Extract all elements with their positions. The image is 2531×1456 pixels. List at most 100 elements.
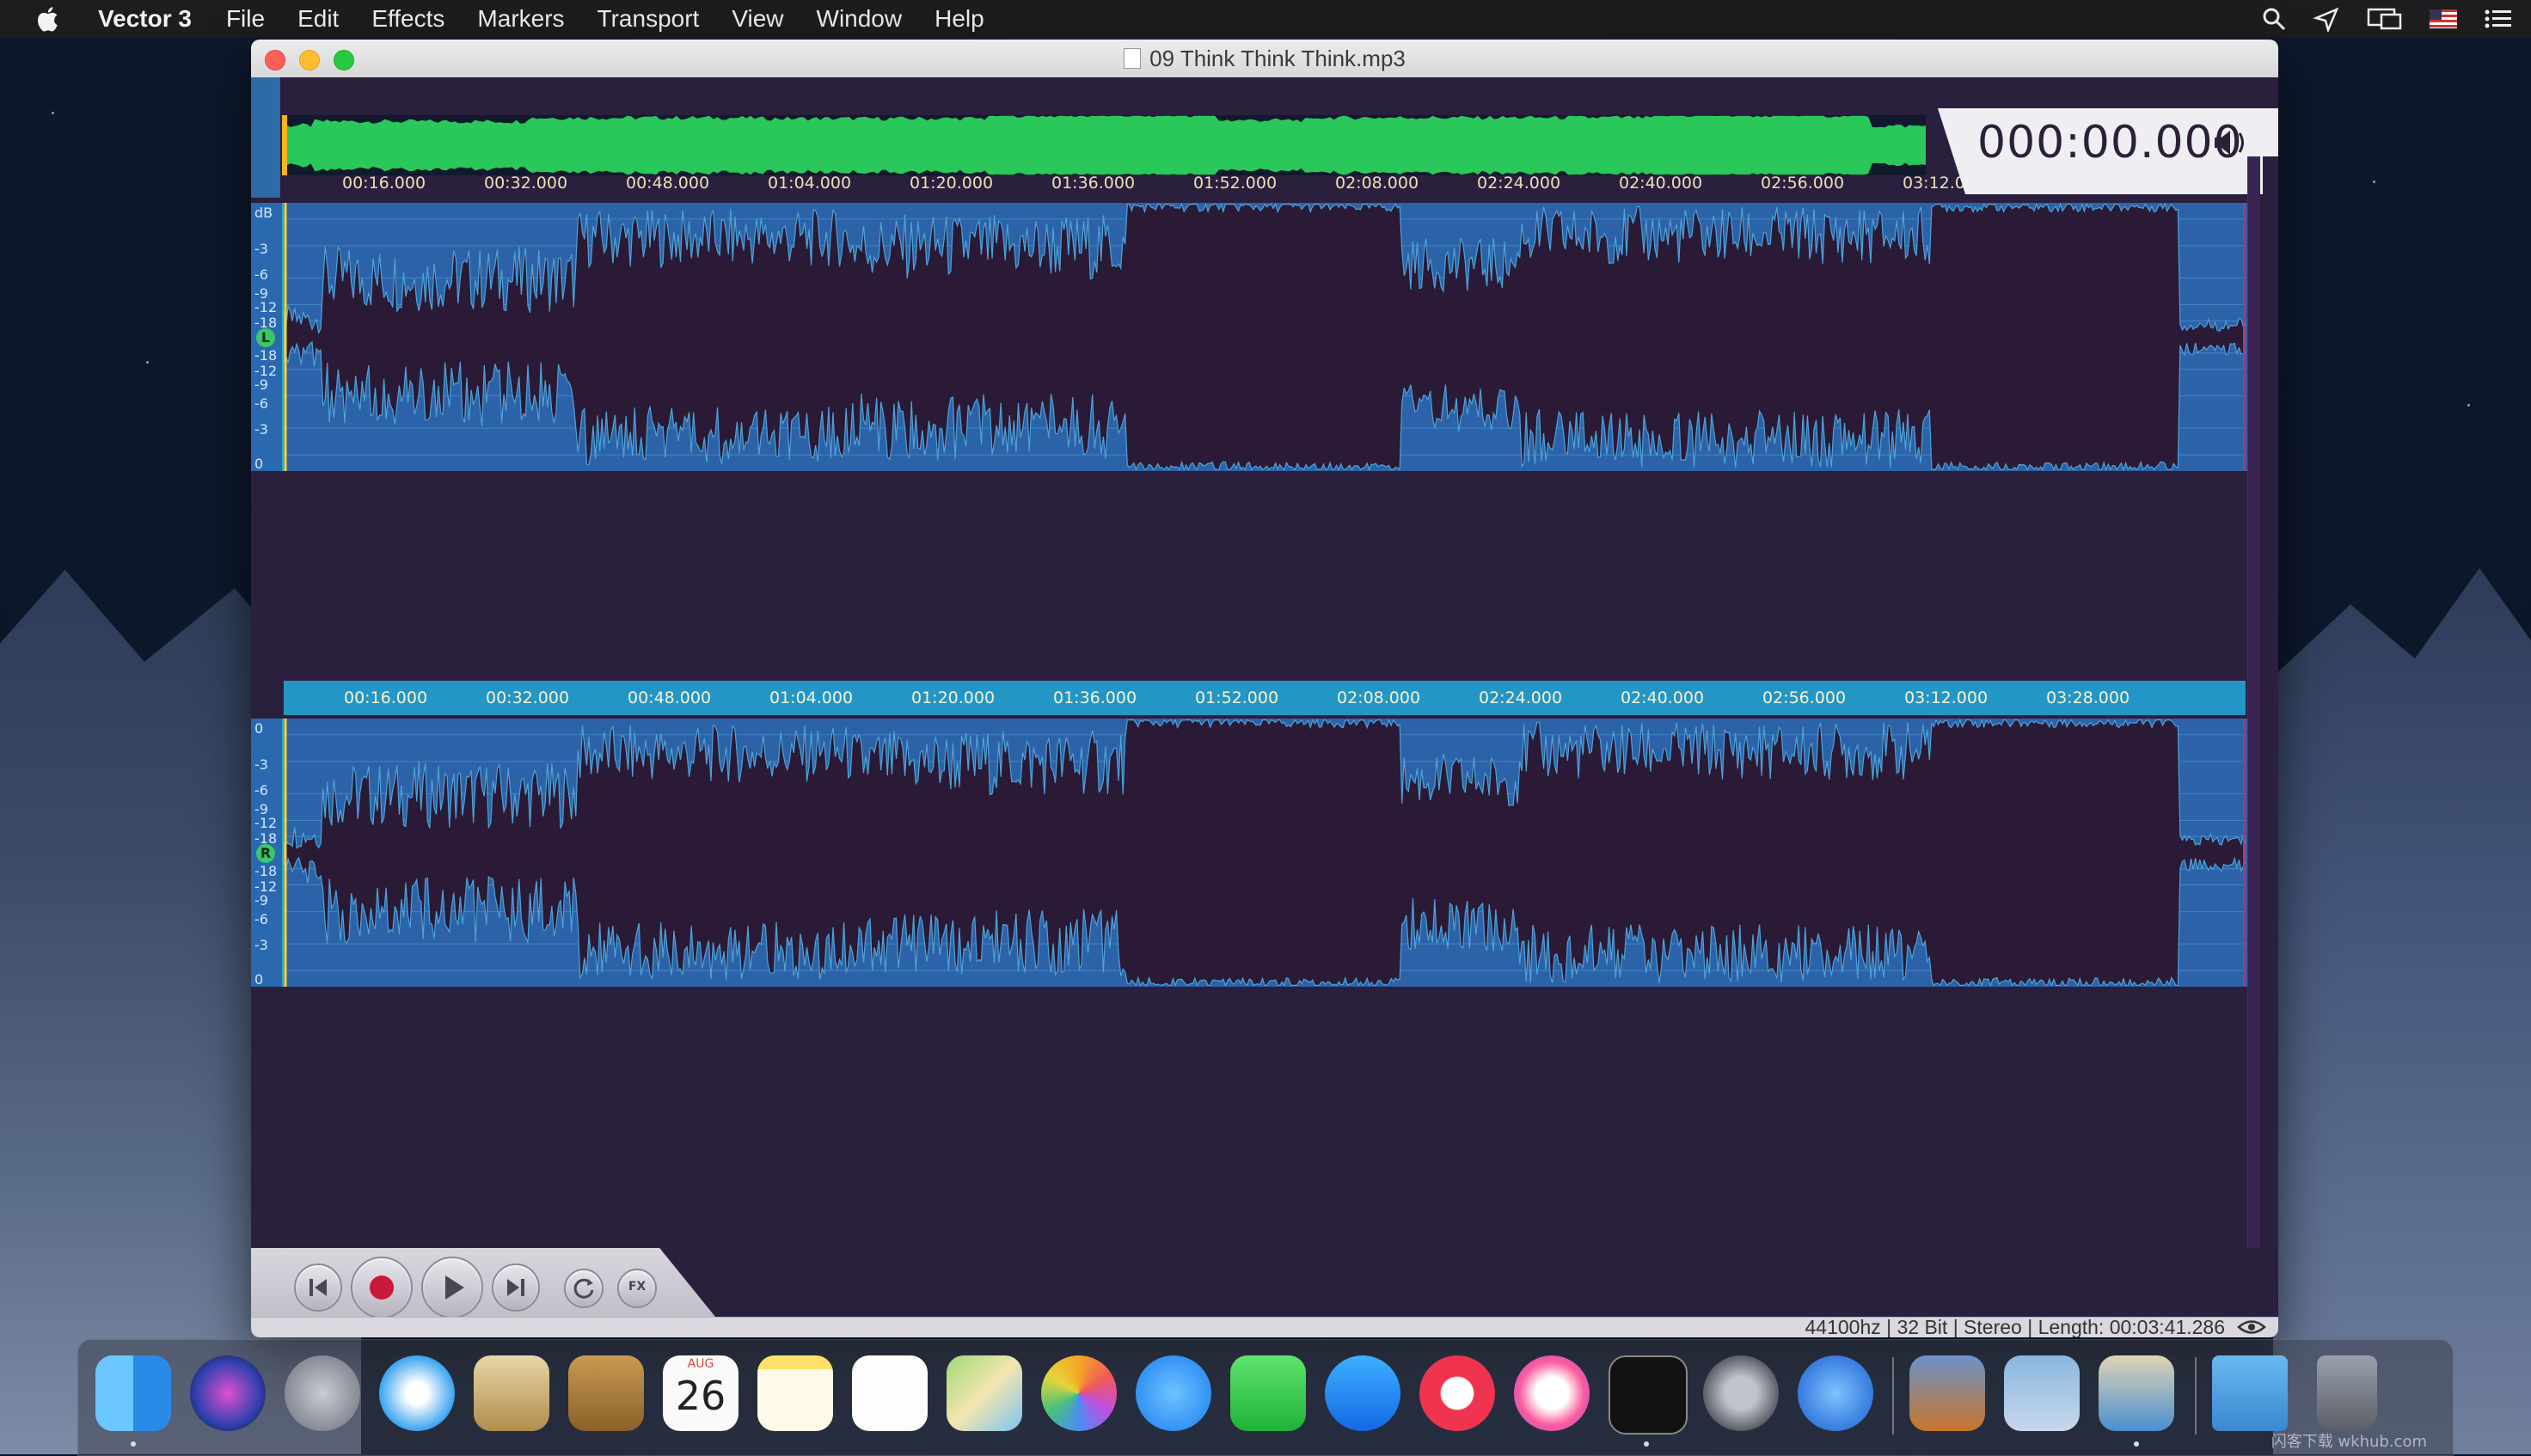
- ruler-time-label: 00:32.000: [484, 174, 568, 193]
- ruler-time-label: 01:20.000: [911, 688, 996, 707]
- left-waveform[interactable]: [284, 203, 2246, 471]
- dock-photos-icon[interactable]: [1041, 1355, 1117, 1431]
- left-db-scale: dB -3 -6 -9 -12 -18 L -18 -12 -9 -6 -3 0: [251, 203, 285, 472]
- loop-button[interactable]: [564, 1269, 604, 1308]
- db-label: -9: [254, 376, 268, 393]
- dock-siri-icon[interactable]: [190, 1355, 266, 1431]
- left-channel-badge[interactable]: L: [256, 328, 275, 347]
- dock-app-store-icon[interactable]: [1325, 1355, 1400, 1431]
- play-button[interactable]: [421, 1257, 483, 1318]
- time-display: 000:00.000: [1977, 117, 2243, 168]
- dock-archive-utility-icon[interactable]: [1909, 1355, 1985, 1431]
- dock-mail-icon[interactable]: [474, 1355, 549, 1431]
- dock-itunes-icon[interactable]: [1514, 1355, 1590, 1431]
- menu-markers[interactable]: Markers: [477, 5, 564, 33]
- ruler-time-label: 01:52.000: [1193, 174, 1278, 193]
- dock-terminal-icon[interactable]: [1609, 1355, 1688, 1435]
- overview-left-strip: [251, 77, 280, 198]
- db-label: 0: [254, 720, 264, 737]
- left-channel-track[interactable]: dB -3 -6 -9 -12 -18 L -18 -12 -9 -6 -3 0: [251, 203, 2254, 472]
- apple-menu-icon[interactable]: [34, 4, 64, 34]
- dock-finder-icon[interactable]: [95, 1355, 171, 1431]
- ruler-time-label: 01:52.000: [1195, 688, 1279, 707]
- menu-app-name[interactable]: Vector 3: [98, 5, 192, 33]
- ruler-time-label: 00:48.000: [626, 174, 710, 193]
- desktop-mountain-right: [2273, 568, 2531, 1454]
- right-channel-track[interactable]: 0 -3 -6 -9 -12 -18 R -18 -12 -9 -6 -3 0: [251, 719, 2254, 988]
- dock-messages-icon[interactable]: [1136, 1355, 1211, 1431]
- dock-folder-icon[interactable]: [2212, 1355, 2288, 1431]
- dock-trash-icon[interactable]: [2317, 1355, 2377, 1431]
- dock-preview-icon[interactable]: [2004, 1355, 2080, 1431]
- speaker-icon[interactable]: [2211, 125, 2249, 160]
- transport-bar: FX 44100hz | 32 Bit | Stereo | Length: 0…: [251, 1248, 2278, 1337]
- ruler-time-label: 00:48.000: [628, 688, 712, 707]
- waveform-shape: [284, 203, 2246, 471]
- dock-system-preferences-icon[interactable]: [1703, 1355, 1779, 1431]
- menu-help[interactable]: Help: [935, 5, 984, 33]
- fx-label: FX: [628, 1280, 647, 1294]
- menu-transport[interactable]: Transport: [598, 5, 700, 33]
- db-label: -6: [254, 395, 268, 412]
- menu-window[interactable]: Window: [817, 5, 903, 33]
- dock-running-indicator: [1644, 1441, 1649, 1447]
- right-waveform[interactable]: [284, 719, 2246, 987]
- db-label: -9: [254, 892, 268, 908]
- calendar-day: 26: [675, 1373, 726, 1419]
- skip-forward-icon: [507, 1279, 524, 1296]
- fx-button[interactable]: FX: [617, 1269, 657, 1308]
- db-label: -18: [254, 347, 278, 364]
- skip-forward-button[interactable]: [492, 1263, 540, 1312]
- record-icon: [370, 1276, 394, 1300]
- menu-effects[interactable]: Effects: [371, 5, 444, 33]
- dock-safari-icon[interactable]: [379, 1355, 455, 1431]
- dock-news-icon[interactable]: [1419, 1355, 1495, 1431]
- record-button[interactable]: [351, 1257, 413, 1318]
- dock-calendar-icon[interactable]: AUG 26: [663, 1355, 738, 1431]
- us-flag-icon[interactable]: [2430, 9, 2457, 28]
- ruler-time-label: 03:12.000: [1904, 688, 1989, 707]
- search-icon[interactable]: [2261, 6, 2287, 32]
- overview-playhead: [282, 115, 287, 175]
- db-label: 0: [254, 971, 264, 988]
- db-label: -6: [254, 782, 268, 798]
- list-icon[interactable]: [2483, 6, 2514, 32]
- dock-notes-icon[interactable]: [757, 1355, 833, 1431]
- star: [146, 361, 149, 364]
- overview-ruler: 00:16.000 00:32.000 00:48.000 01:04.000 01:2…: [282, 170, 2182, 196]
- eye-icon[interactable]: [2237, 1318, 2266, 1337]
- dock-launchpad-icon[interactable]: [285, 1355, 360, 1431]
- timeline-ruler[interactable]: 00:16.000 00:32.000 00:48.000 01:04.000 01:2…: [284, 681, 2246, 715]
- status-text: 44100hz | 32 Bit | Stereo | Length: 00:0…: [1805, 1316, 2225, 1337]
- menu-edit[interactable]: Edit: [297, 5, 339, 33]
- display-icon[interactable]: [2366, 6, 2404, 32]
- ruler-time-label: 02:24.000: [1477, 174, 1561, 193]
- ruler-time-label: 01:04.000: [769, 688, 854, 707]
- status-bar: 44100hz | 32 Bit | Stereo | Length: 00:0…: [251, 1316, 2278, 1337]
- menu-file[interactable]: File: [226, 5, 265, 33]
- dock-maps-icon[interactable]: [947, 1355, 1022, 1431]
- dock-contacts-icon[interactable]: [568, 1355, 644, 1431]
- db-label: -3: [254, 421, 268, 437]
- dock-facetime-icon[interactable]: [1230, 1355, 1306, 1431]
- db-label: -3: [254, 241, 268, 257]
- playhead-end-strip: [2247, 156, 2260, 1265]
- dock-vector-app-icon[interactable]: [1798, 1355, 1873, 1431]
- dock-running-indicator: [2134, 1441, 2139, 1447]
- skip-back-button[interactable]: [294, 1263, 342, 1312]
- skip-back-icon: [309, 1279, 327, 1296]
- menu-view[interactable]: View: [732, 5, 783, 33]
- overview-waveform-shape: [282, 115, 1926, 175]
- right-channel-badge[interactable]: R: [256, 844, 275, 863]
- location-icon[interactable]: [2313, 6, 2340, 32]
- loop-icon: [573, 1278, 594, 1299]
- dock-separator: [2195, 1357, 2197, 1435]
- db-label: -18: [254, 863, 278, 879]
- ruler-time-label: 02:56.000: [1761, 174, 1845, 193]
- dock-audio-app-icon[interactable]: [2099, 1355, 2174, 1431]
- window-titlebar[interactable]: 09 Think Think Think.mp3: [251, 40, 2278, 78]
- overview-waveform[interactable]: [282, 115, 1926, 175]
- document-icon: [1124, 48, 1142, 69]
- dock-reminders-icon[interactable]: [852, 1355, 928, 1431]
- vertical-scrollbar[interactable]: [2263, 156, 2278, 1265]
